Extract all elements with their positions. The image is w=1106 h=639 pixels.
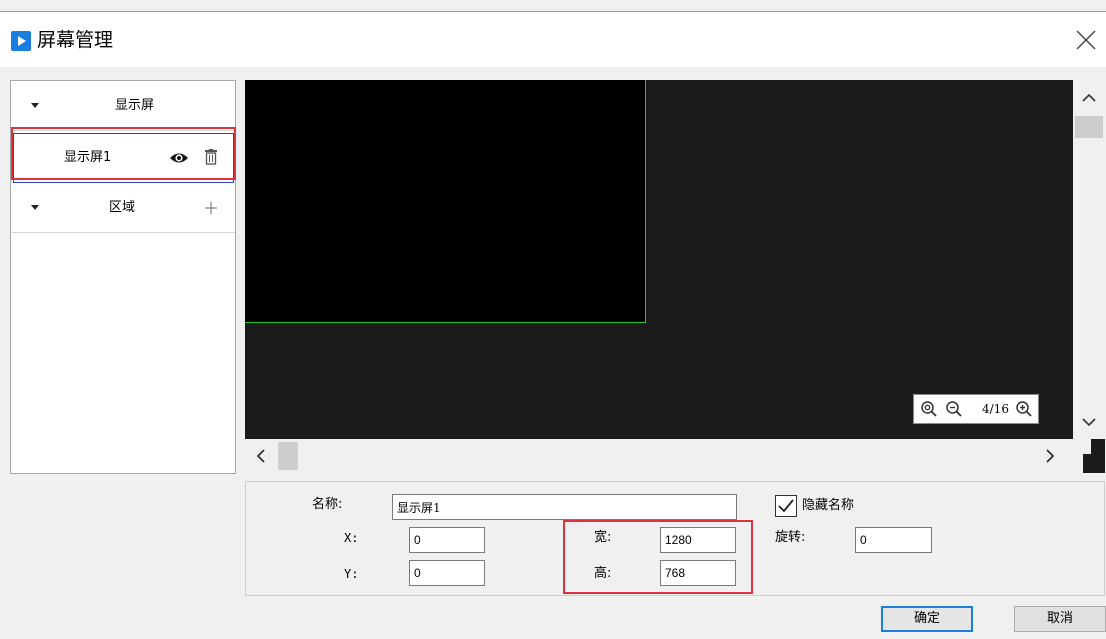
tree-group-region-label: 区域	[109, 200, 136, 215]
zoom-fit-icon[interactable]	[920, 400, 938, 418]
title-bar	[0, 12, 1106, 67]
screen-preview-rect[interactable]	[245, 80, 646, 323]
zoom-level: 4/16	[982, 402, 1009, 416]
width-label: 宽:	[594, 530, 612, 545]
horizontal-scroll-thumb[interactable]	[278, 442, 298, 470]
add-region-icon[interactable]	[204, 201, 218, 219]
window-title: 屏幕管理	[37, 29, 114, 51]
close-icon	[1076, 30, 1096, 50]
checkmark-icon	[778, 499, 794, 513]
hide-name-checkbox[interactable]	[775, 495, 797, 517]
expand-caret-icon[interactable]	[31, 205, 39, 210]
expand-caret-icon[interactable]	[31, 103, 39, 108]
zoom-out-icon[interactable]	[945, 400, 963, 418]
name-label: 名称:	[312, 497, 343, 512]
eye-icon[interactable]	[169, 149, 189, 171]
ok-button[interactable]: 确定	[881, 606, 973, 632]
height-input[interactable]	[660, 560, 736, 586]
tree-item-screen-1[interactable]: 显示屏1	[13, 133, 234, 183]
horizontal-scrollbar[interactable]	[245, 439, 1073, 473]
zoom-toolbar: 4/16	[913, 394, 1039, 424]
rotate-label: 旋转:	[775, 530, 806, 545]
scroll-down-icon[interactable]	[1082, 416, 1096, 431]
scroll-right-icon[interactable]	[1045, 449, 1055, 467]
tree-group-screen-label: 显示屏	[115, 98, 155, 113]
width-input[interactable]	[660, 527, 736, 553]
hide-name-label: 隐藏名称	[802, 498, 855, 513]
scroll-left-icon[interactable]	[256, 449, 266, 467]
close-button[interactable]	[1072, 26, 1100, 54]
scrollbar-corner	[1073, 439, 1105, 473]
vertical-scroll-thumb[interactable]	[1075, 116, 1103, 138]
x-input[interactable]	[409, 527, 485, 553]
x-label: X:	[344, 531, 359, 545]
vertical-scrollbar[interactable]	[1073, 80, 1105, 439]
trash-icon[interactable]	[204, 149, 218, 169]
tree-item-screen-1-label: 显示屏1	[64, 150, 112, 165]
tree-group-screen[interactable]: 显示屏	[11, 81, 235, 131]
y-label: Y:	[344, 567, 359, 581]
cancel-button[interactable]: 取消	[1014, 606, 1106, 632]
properties-panel: 名称: 隐藏名称 X: 宽: 旋转: Y: 高:	[245, 481, 1105, 596]
screen-preview-canvas[interactable]: 4/16	[245, 80, 1105, 473]
tree-group-region[interactable]: 区域	[11, 183, 235, 233]
scroll-up-icon[interactable]	[1082, 92, 1096, 107]
y-input[interactable]	[409, 560, 485, 586]
screen-tree-panel: 显示屏 显示屏1 区域	[10, 80, 236, 474]
height-label: 高:	[594, 566, 612, 581]
rotate-input[interactable]	[855, 527, 932, 553]
zoom-in-icon[interactable]	[1015, 400, 1033, 418]
name-input[interactable]	[392, 494, 737, 520]
app-icon	[11, 31, 31, 51]
